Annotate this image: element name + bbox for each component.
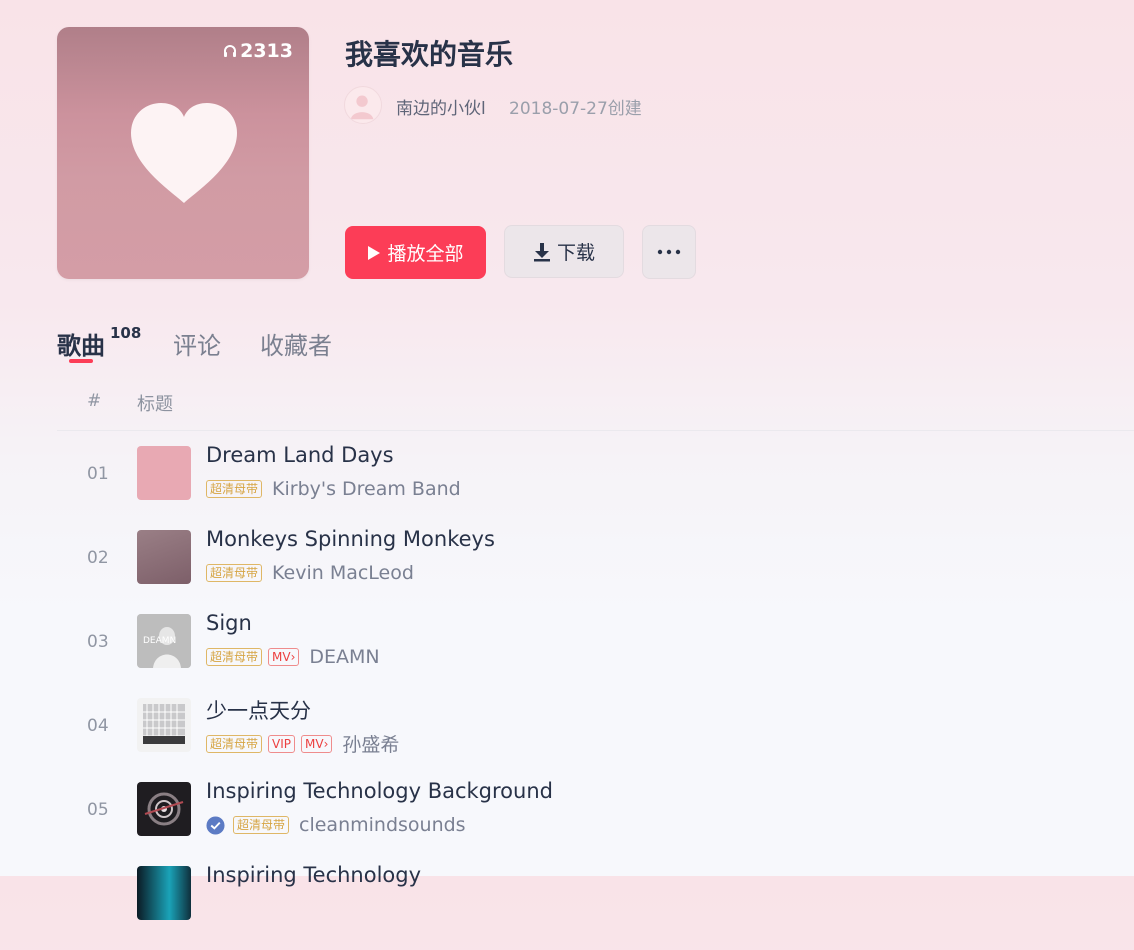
user-icon [350, 95, 374, 120]
song-artist[interactable]: Kirby's Dream Band [272, 478, 461, 500]
creator-avatar[interactable] [344, 86, 382, 124]
song-row[interactable]: 05 Inspiring Technology Background 超清母带 … [0, 779, 1134, 866]
song-index: 02 [87, 548, 109, 568]
tab-songs[interactable]: 歌曲 [57, 326, 105, 361]
heart-icon [131, 103, 237, 203]
song-row[interactable]: 03 DEAMN Sign 超清母带 MV › DEAMN [0, 611, 1134, 698]
created-date: 2018-07-27创建 [509, 99, 642, 119]
mv-badge[interactable]: MV › [301, 734, 333, 753]
song-count-badge: 108 [110, 324, 142, 342]
song-artist[interactable]: cleanmindsounds [299, 814, 466, 836]
hq-badge: 超清母带 [206, 648, 263, 666]
album-art [137, 782, 191, 836]
song-row[interactable]: 02 Monkeys Spinning Monkeys 超清母带 Kevin M… [0, 527, 1134, 614]
song-artist[interactable]: 孙盛希 [342, 730, 399, 757]
mv-badge[interactable]: MV › [268, 648, 300, 666]
song-artist[interactable]: Kevin MacLeod [272, 562, 414, 584]
album-cover [137, 698, 191, 752]
download-icon [533, 242, 550, 261]
column-index: # [87, 391, 102, 411]
album-cover: DEAMN [137, 614, 191, 668]
song-row[interactable]: 01 Dream Land Days 超清母带 Kirby's Dream Ba… [0, 443, 1134, 530]
active-tab-indicator [69, 359, 93, 363]
song-title[interactable]: 少一点天分 [206, 695, 311, 725]
album-cover [137, 866, 191, 920]
play-count: 2313 [222, 40, 293, 62]
play-all-button[interactable]: 播放全部 [345, 226, 486, 279]
creator-name[interactable]: 南边的小伙l [396, 94, 486, 119]
song-index: 05 [87, 800, 109, 820]
song-title[interactable]: Inspiring Technology Background [206, 779, 553, 803]
album-art [137, 698, 191, 752]
tab-comments[interactable]: 评论 [173, 326, 221, 361]
divider [57, 430, 1134, 431]
song-row[interactable]: Inspiring Technology [0, 863, 1134, 950]
song-title[interactable]: Sign [206, 611, 252, 635]
album-cover [137, 446, 191, 500]
more-button[interactable] [642, 225, 696, 279]
chevron-right-icon: › [290, 650, 296, 664]
song-title[interactable]: Monkeys Spinning Monkeys [206, 527, 495, 551]
song-index: 04 [87, 716, 109, 736]
hq-badge: 超清母带 [206, 564, 263, 582]
song-index: 03 [87, 632, 109, 652]
play-all-label: 播放全部 [387, 243, 464, 265]
song-row[interactable]: 04 少一点天分 超清母带 VIP MV › 孙盛希 [0, 698, 1134, 782]
album-cover [137, 530, 191, 584]
album-art-text: DEAMN [143, 636, 176, 646]
tab-subscribers[interactable]: 收藏者 [260, 326, 332, 361]
column-title[interactable]: 标题 [137, 390, 173, 416]
song-artist[interactable]: DEAMN [309, 646, 379, 668]
verified-icon [206, 815, 225, 835]
album-art: DEAMN [137, 614, 191, 668]
song-index: 01 [87, 464, 109, 484]
hq-badge: 超清母带 [206, 480, 263, 498]
playlist-cover[interactable]: 2313 [57, 27, 309, 279]
download-label: 下载 [556, 242, 595, 264]
more-icon [657, 249, 681, 255]
album-cover [137, 782, 191, 836]
hq-badge: 超清母带 [206, 734, 263, 753]
play-count-value: 2313 [240, 40, 293, 62]
vip-badge: VIP [268, 734, 295, 753]
song-title[interactable]: Inspiring Technology [206, 863, 421, 887]
headphones-icon [224, 45, 237, 57]
song-title[interactable]: Dream Land Days [206, 443, 394, 467]
chevron-right-icon: › [323, 736, 329, 751]
download-button[interactable]: 下载 [504, 225, 624, 278]
play-icon [368, 245, 381, 260]
hq-badge: 超清母带 [233, 816, 290, 834]
playlist-title: 我喜欢的音乐 [345, 38, 514, 71]
